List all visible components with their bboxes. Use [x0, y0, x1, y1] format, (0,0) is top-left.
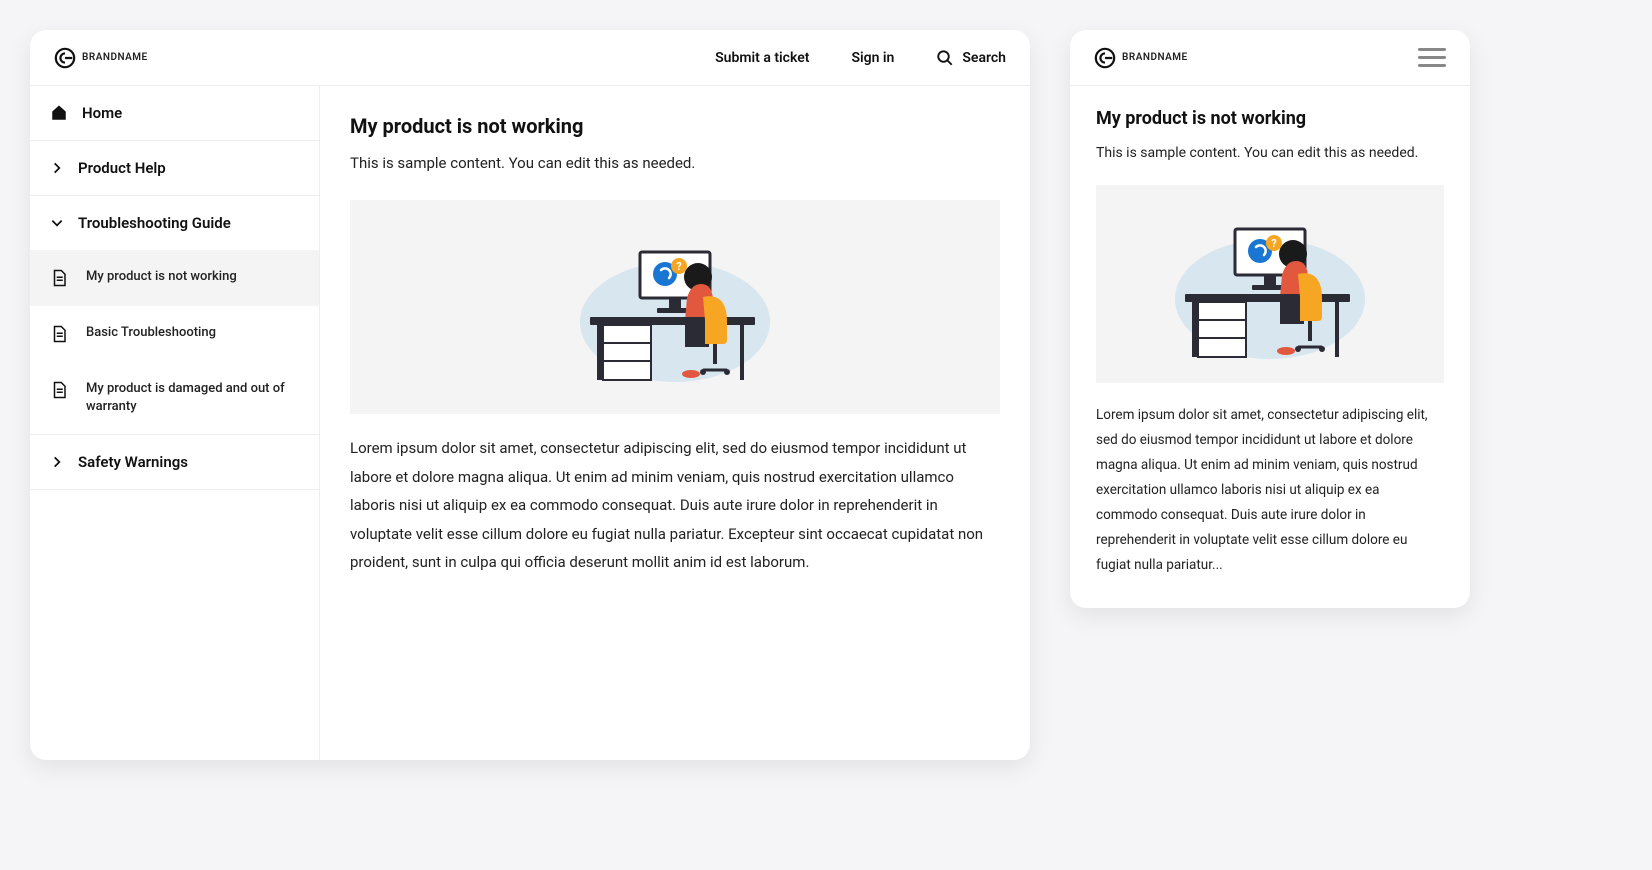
- header-mobile: BRANDNAME: [1070, 30, 1470, 86]
- search-icon: [936, 49, 954, 67]
- desktop-view: BRANDNAME Submit a ticket Sign in Search…: [30, 30, 1030, 760]
- chevron-down-icon: [50, 216, 64, 230]
- sidebar: Home Product Help Troubleshooting Guide …: [30, 86, 320, 760]
- search-label: Search: [962, 50, 1006, 66]
- article-content-mobile: My product is not working This is sample…: [1070, 86, 1470, 608]
- article-intro-mobile: This is sample content. You can edit thi…: [1096, 145, 1444, 161]
- brand-logo-mobile[interactable]: BRANDNAME: [1094, 47, 1188, 69]
- hamburger-bar-icon: [1418, 64, 1446, 67]
- brand-logo-icon: [54, 47, 76, 69]
- sidebar-item-safety[interactable]: Safety Warnings: [30, 435, 319, 490]
- brand-logo-icon: [1094, 47, 1116, 69]
- article-illustration: ?: [350, 200, 1000, 414]
- body-wrap: Home Product Help Troubleshooting Guide …: [30, 86, 1030, 760]
- article-intro: This is sample content. You can edit thi…: [350, 154, 1000, 172]
- hamburger-bar-icon: [1418, 48, 1446, 51]
- article-title: My product is not working: [350, 114, 1000, 138]
- sidebar-sub-label-damaged: My product is damaged and out of warrant…: [86, 380, 299, 416]
- sidebar-label-safety: Safety Warnings: [78, 453, 188, 471]
- submit-ticket-link[interactable]: Submit a ticket: [715, 50, 809, 66]
- article-content: My product is not working This is sample…: [320, 86, 1030, 760]
- header-desktop: BRANDNAME Submit a ticket Sign in Search: [30, 30, 1030, 86]
- header-nav: Submit a ticket Sign in Search: [715, 49, 1006, 67]
- home-icon: [50, 104, 68, 122]
- sidebar-item-troubleshooting[interactable]: Troubleshooting Guide: [30, 196, 319, 250]
- chevron-right-icon: [50, 161, 64, 175]
- sidebar-label-product-help: Product Help: [78, 159, 166, 177]
- support-illustration-icon: ?: [1170, 199, 1370, 369]
- sidebar-sub-damaged[interactable]: My product is damaged and out of warrant…: [30, 362, 319, 435]
- support-illustration-icon: ?: [575, 222, 775, 392]
- document-icon: [50, 324, 68, 344]
- brand-name: BRANDNAME: [82, 52, 148, 63]
- article-title-mobile: My product is not working: [1096, 108, 1444, 129]
- menu-button[interactable]: [1418, 48, 1446, 67]
- mobile-view: BRANDNAME My product is not working This…: [1070, 30, 1470, 608]
- hamburger-bar-icon: [1418, 56, 1446, 59]
- sidebar-sub-label-not-working: My product is not working: [86, 268, 237, 286]
- sign-in-link[interactable]: Sign in: [851, 50, 894, 66]
- chevron-right-icon: [50, 455, 64, 469]
- brand-logo[interactable]: BRANDNAME: [54, 47, 148, 69]
- document-icon: [50, 268, 68, 288]
- sidebar-item-product-help[interactable]: Product Help: [30, 141, 319, 196]
- sidebar-sub-label-basic: Basic Troubleshooting: [86, 324, 216, 342]
- sidebar-label-troubleshooting: Troubleshooting Guide: [78, 214, 231, 232]
- document-icon: [50, 380, 68, 400]
- sidebar-sub-not-working[interactable]: My product is not working: [30, 250, 319, 306]
- article-illustration-mobile: ?: [1096, 185, 1444, 383]
- brand-name-mobile: BRANDNAME: [1122, 52, 1188, 63]
- sidebar-sub-basic[interactable]: Basic Troubleshooting: [30, 306, 319, 362]
- svg-text:?: ?: [676, 260, 682, 273]
- search-button[interactable]: Search: [936, 49, 1006, 67]
- sidebar-label-home: Home: [82, 104, 122, 122]
- article-body: Lorem ipsum dolor sit amet, consectetur …: [350, 434, 1000, 577]
- article-body-mobile: Lorem ipsum dolor sit amet, consectetur …: [1096, 403, 1444, 578]
- sidebar-item-home[interactable]: Home: [30, 86, 319, 141]
- svg-text:?: ?: [1271, 237, 1277, 250]
